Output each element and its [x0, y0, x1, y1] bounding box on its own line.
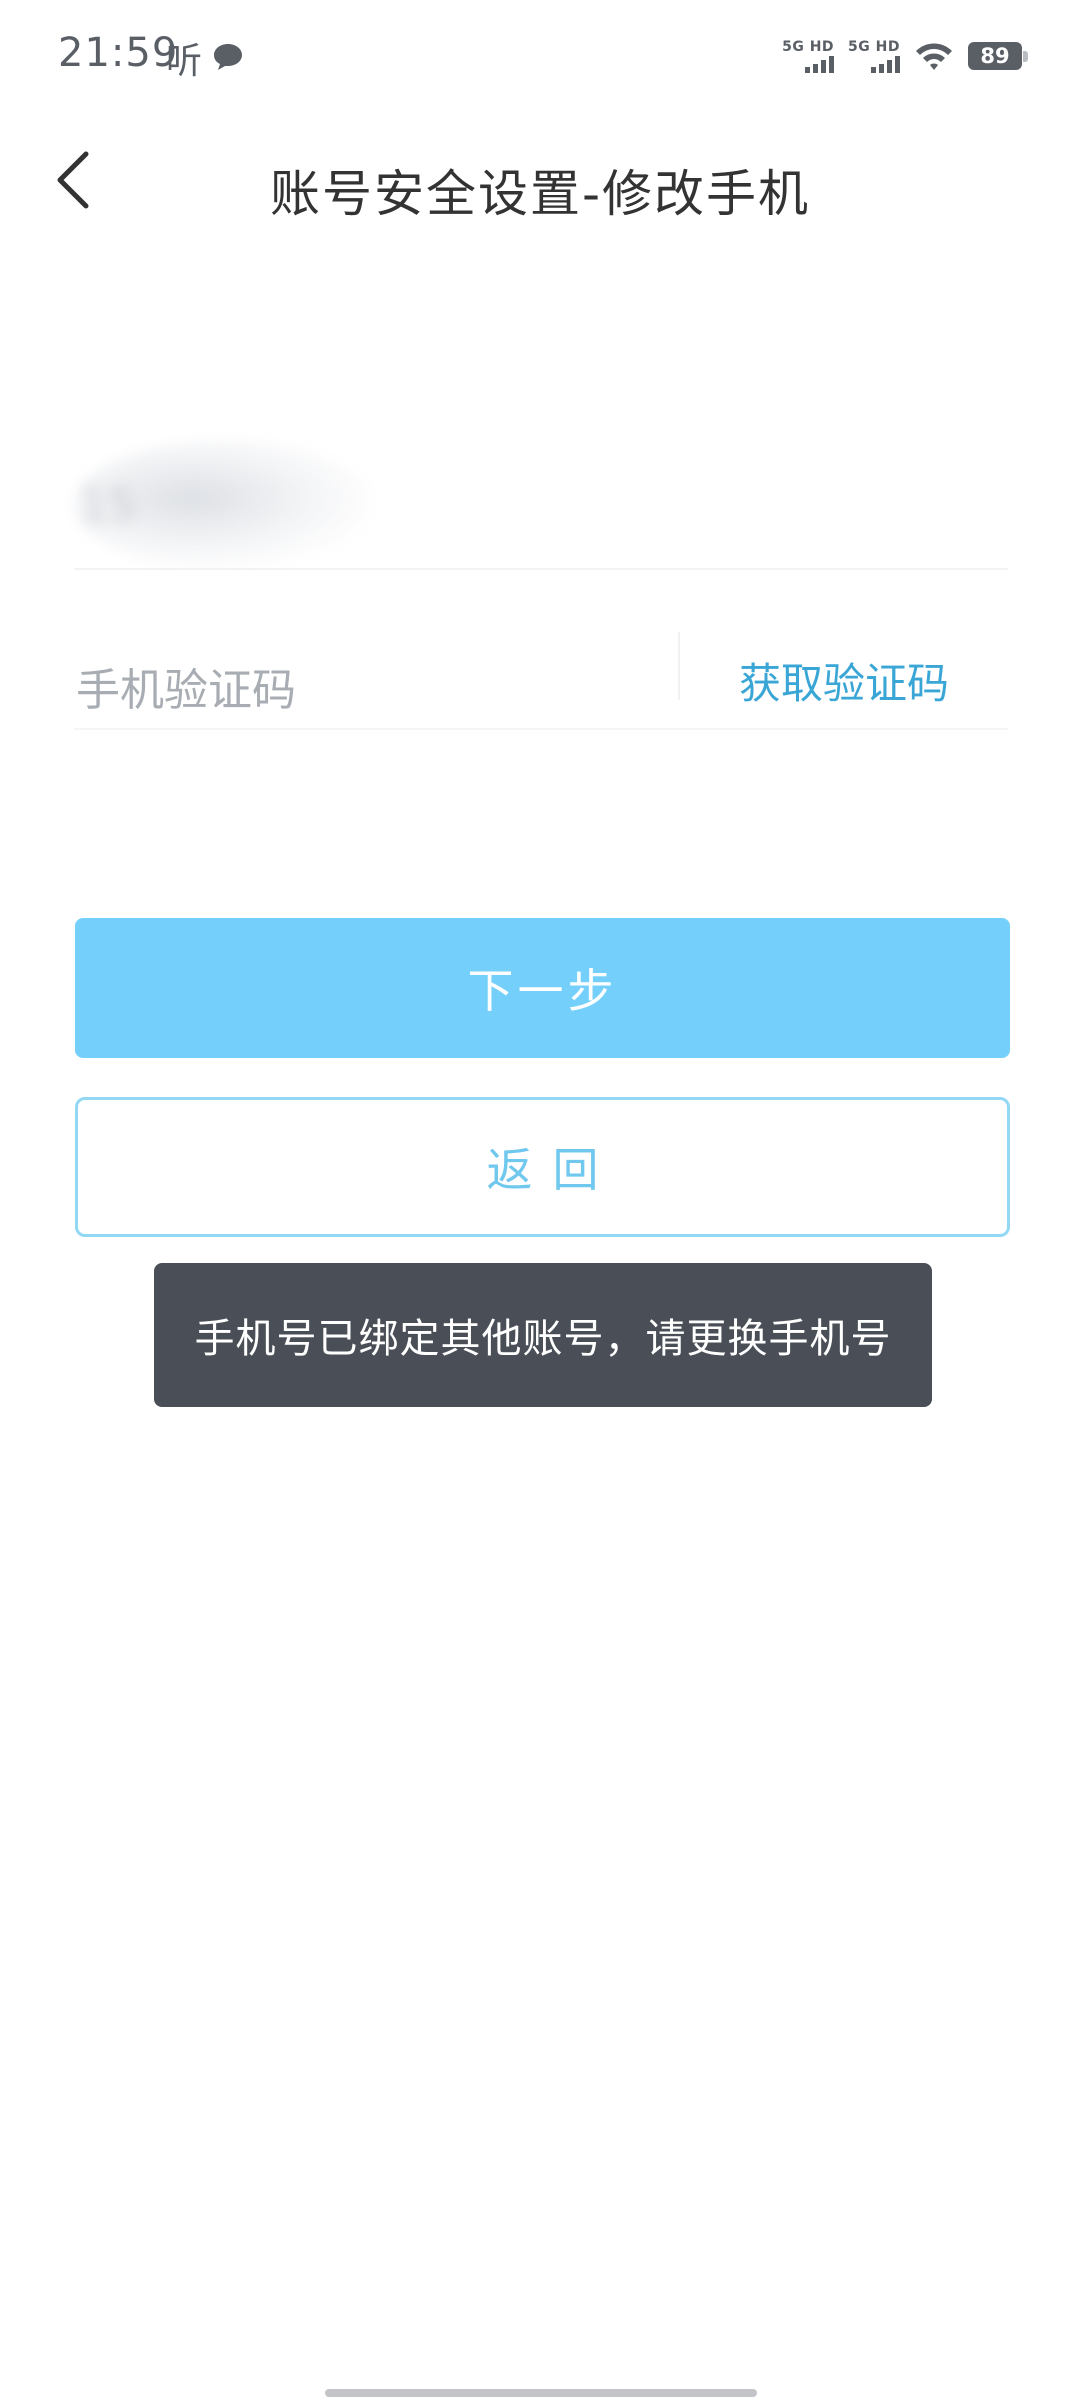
- home-indicator[interactable]: [325, 2389, 757, 2397]
- next-step-button[interactable]: 下一步: [75, 918, 1010, 1058]
- nav-bar: 账号安全设置-修改手机: [0, 118, 1080, 248]
- signal-2: 5G HD: [848, 39, 900, 73]
- get-code-button[interactable]: 获取验证码: [680, 640, 1008, 720]
- signal-2-label: 5G HD: [848, 39, 900, 55]
- return-button[interactable]: 返回: [75, 1097, 1010, 1237]
- signal-1: 5G HD: [782, 39, 835, 73]
- status-indicators: 5G HD 5G HD 89: [782, 34, 1028, 78]
- toast-message: 手机号已绑定其他账号，请更换手机号: [154, 1263, 932, 1407]
- signal-icon: [805, 55, 835, 73]
- phone-number-value: 15: [80, 480, 136, 531]
- phone-number-row: 15: [74, 420, 1008, 570]
- wifi-icon: [916, 43, 952, 70]
- chat-bubble-icon: [214, 44, 242, 70]
- verification-code-row: 获取验证码: [74, 620, 1008, 730]
- signal-1-label: 5G HD: [782, 39, 835, 55]
- verification-code-input[interactable]: [74, 650, 654, 730]
- battery-icon: 89: [968, 42, 1028, 70]
- status-time: 21:59: [58, 30, 179, 76]
- status-bar: 21:59 听 5G HD 5G HD 89: [0, 0, 1080, 118]
- status-app-indicator: 听: [166, 41, 203, 82]
- signal-icon: [871, 55, 900, 73]
- page-title: 账号安全设置-修改手机: [269, 165, 811, 223]
